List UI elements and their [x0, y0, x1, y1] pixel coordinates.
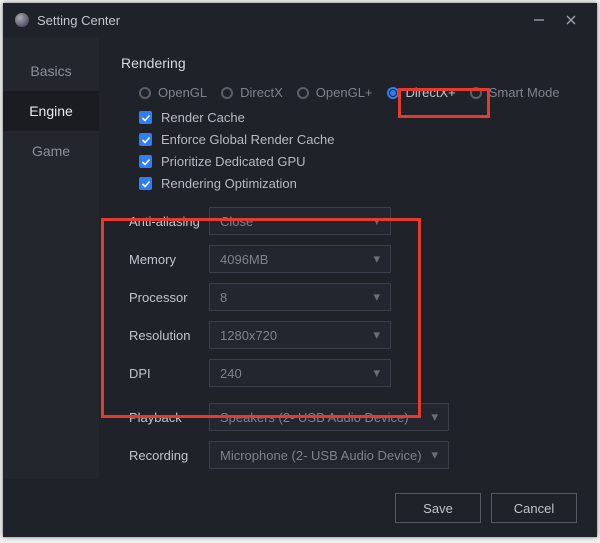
render-checkboxes: Render Cache Enforce Global Render Cache…	[139, 110, 575, 191]
dropdown-dpi[interactable]: 240 ▾	[209, 359, 391, 387]
checkbox-icon	[139, 177, 152, 190]
sidebar-item-basics[interactable]: Basics	[3, 51, 99, 91]
radio-opengl[interactable]: OpenGL	[139, 85, 221, 100]
checkbox-label: Enforce Global Render Cache	[161, 132, 334, 147]
dropdown-resolution[interactable]: 1280x720 ▾	[209, 321, 391, 349]
dropdown-anti-aliasing[interactable]: Close ▾	[209, 207, 391, 235]
radio-opengl-plus[interactable]: OpenGL+	[297, 85, 387, 100]
chevron-down-icon: ▾	[431, 409, 438, 425]
dropdown-value: 240	[220, 366, 242, 381]
engine-settings-form: Anti-aliasing Close ▾ Memory 4096MB ▾ Pr…	[129, 207, 575, 469]
checkbox-rendering-optimization[interactable]: Rendering Optimization	[139, 176, 575, 191]
checkbox-enforce-global-render-cache[interactable]: Enforce Global Render Cache	[139, 132, 575, 147]
radio-icon	[297, 87, 309, 99]
button-label: Cancel	[514, 501, 554, 516]
radio-directx[interactable]: DirectX	[221, 85, 297, 100]
footer: Save Cancel	[3, 479, 597, 537]
chevron-down-icon: ▾	[431, 447, 438, 463]
checkbox-label: Prioritize Dedicated GPU	[161, 154, 306, 169]
app-logo-icon	[15, 13, 29, 27]
dropdown-value: Microphone (2- USB Audio Device)	[220, 448, 422, 463]
button-label: Save	[423, 501, 453, 516]
checkbox-icon	[139, 111, 152, 124]
dropdown-playback[interactable]: Speakers (2- USB Audio Device) ▾	[209, 403, 449, 431]
label-playback: Playback	[129, 410, 209, 425]
label-processor: Processor	[129, 290, 209, 305]
dropdown-value: 8	[220, 290, 227, 305]
checkbox-render-cache[interactable]: Render Cache	[139, 110, 575, 125]
radio-label: OpenGL+	[316, 85, 373, 100]
render-backend-radio-group: OpenGL DirectX OpenGL+ DirectX+ Smart Mo…	[139, 85, 575, 100]
titlebar: Setting Center	[3, 3, 597, 37]
label-resolution: Resolution	[129, 328, 209, 343]
chevron-down-icon: ▾	[373, 289, 380, 305]
radio-label: DirectX	[240, 85, 283, 100]
label-recording: Recording	[129, 448, 209, 463]
dropdown-value: Speakers (2- USB Audio Device)	[220, 410, 409, 425]
sidebar-item-label: Engine	[29, 103, 73, 119]
radio-label: DirectX+	[406, 85, 456, 100]
cancel-button[interactable]: Cancel	[491, 493, 577, 523]
label-dpi: DPI	[129, 366, 209, 381]
minimize-button[interactable]	[523, 8, 555, 32]
chevron-down-icon: ▾	[373, 365, 380, 381]
dropdown-processor[interactable]: 8 ▾	[209, 283, 391, 311]
dropdown-value: 4096MB	[220, 252, 268, 267]
sidebar-item-label: Game	[32, 143, 70, 159]
section-title-rendering: Rendering	[121, 55, 575, 71]
sidebar-item-label: Basics	[30, 63, 71, 79]
radio-icon	[139, 87, 151, 99]
dropdown-value: Close	[220, 214, 253, 229]
radio-icon	[470, 87, 482, 99]
radio-directx-plus[interactable]: DirectX+	[387, 85, 470, 100]
main-panel: Rendering OpenGL DirectX OpenGL+ DirectX…	[99, 37, 597, 479]
save-button[interactable]: Save	[395, 493, 481, 523]
label-anti-aliasing: Anti-aliasing	[129, 214, 209, 229]
checkbox-icon	[139, 133, 152, 146]
chevron-down-icon: ▾	[373, 213, 380, 229]
radio-label: OpenGL	[158, 85, 207, 100]
minimize-icon	[533, 14, 545, 26]
close-icon	[565, 14, 577, 26]
checkbox-label: Render Cache	[161, 110, 245, 125]
dropdown-value: 1280x720	[220, 328, 277, 343]
close-button[interactable]	[555, 8, 587, 32]
radio-smart-mode[interactable]: Smart Mode	[470, 85, 574, 100]
checkbox-label: Rendering Optimization	[161, 176, 297, 191]
chevron-down-icon: ▾	[373, 327, 380, 343]
window-title: Setting Center	[37, 13, 120, 28]
settings-window: Setting Center Basics Engine Game Render…	[3, 3, 597, 537]
checkbox-icon	[139, 155, 152, 168]
dropdown-memory[interactable]: 4096MB ▾	[209, 245, 391, 273]
radio-icon	[221, 87, 233, 99]
sidebar-item-engine[interactable]: Engine	[3, 91, 99, 131]
radio-icon	[387, 87, 399, 99]
chevron-down-icon: ▾	[373, 251, 380, 267]
sidebar: Basics Engine Game	[3, 37, 99, 479]
checkbox-prioritize-dedicated-gpu[interactable]: Prioritize Dedicated GPU	[139, 154, 575, 169]
label-memory: Memory	[129, 252, 209, 267]
sidebar-item-game[interactable]: Game	[3, 131, 99, 171]
radio-label: Smart Mode	[489, 85, 560, 100]
dropdown-recording[interactable]: Microphone (2- USB Audio Device) ▾	[209, 441, 449, 469]
